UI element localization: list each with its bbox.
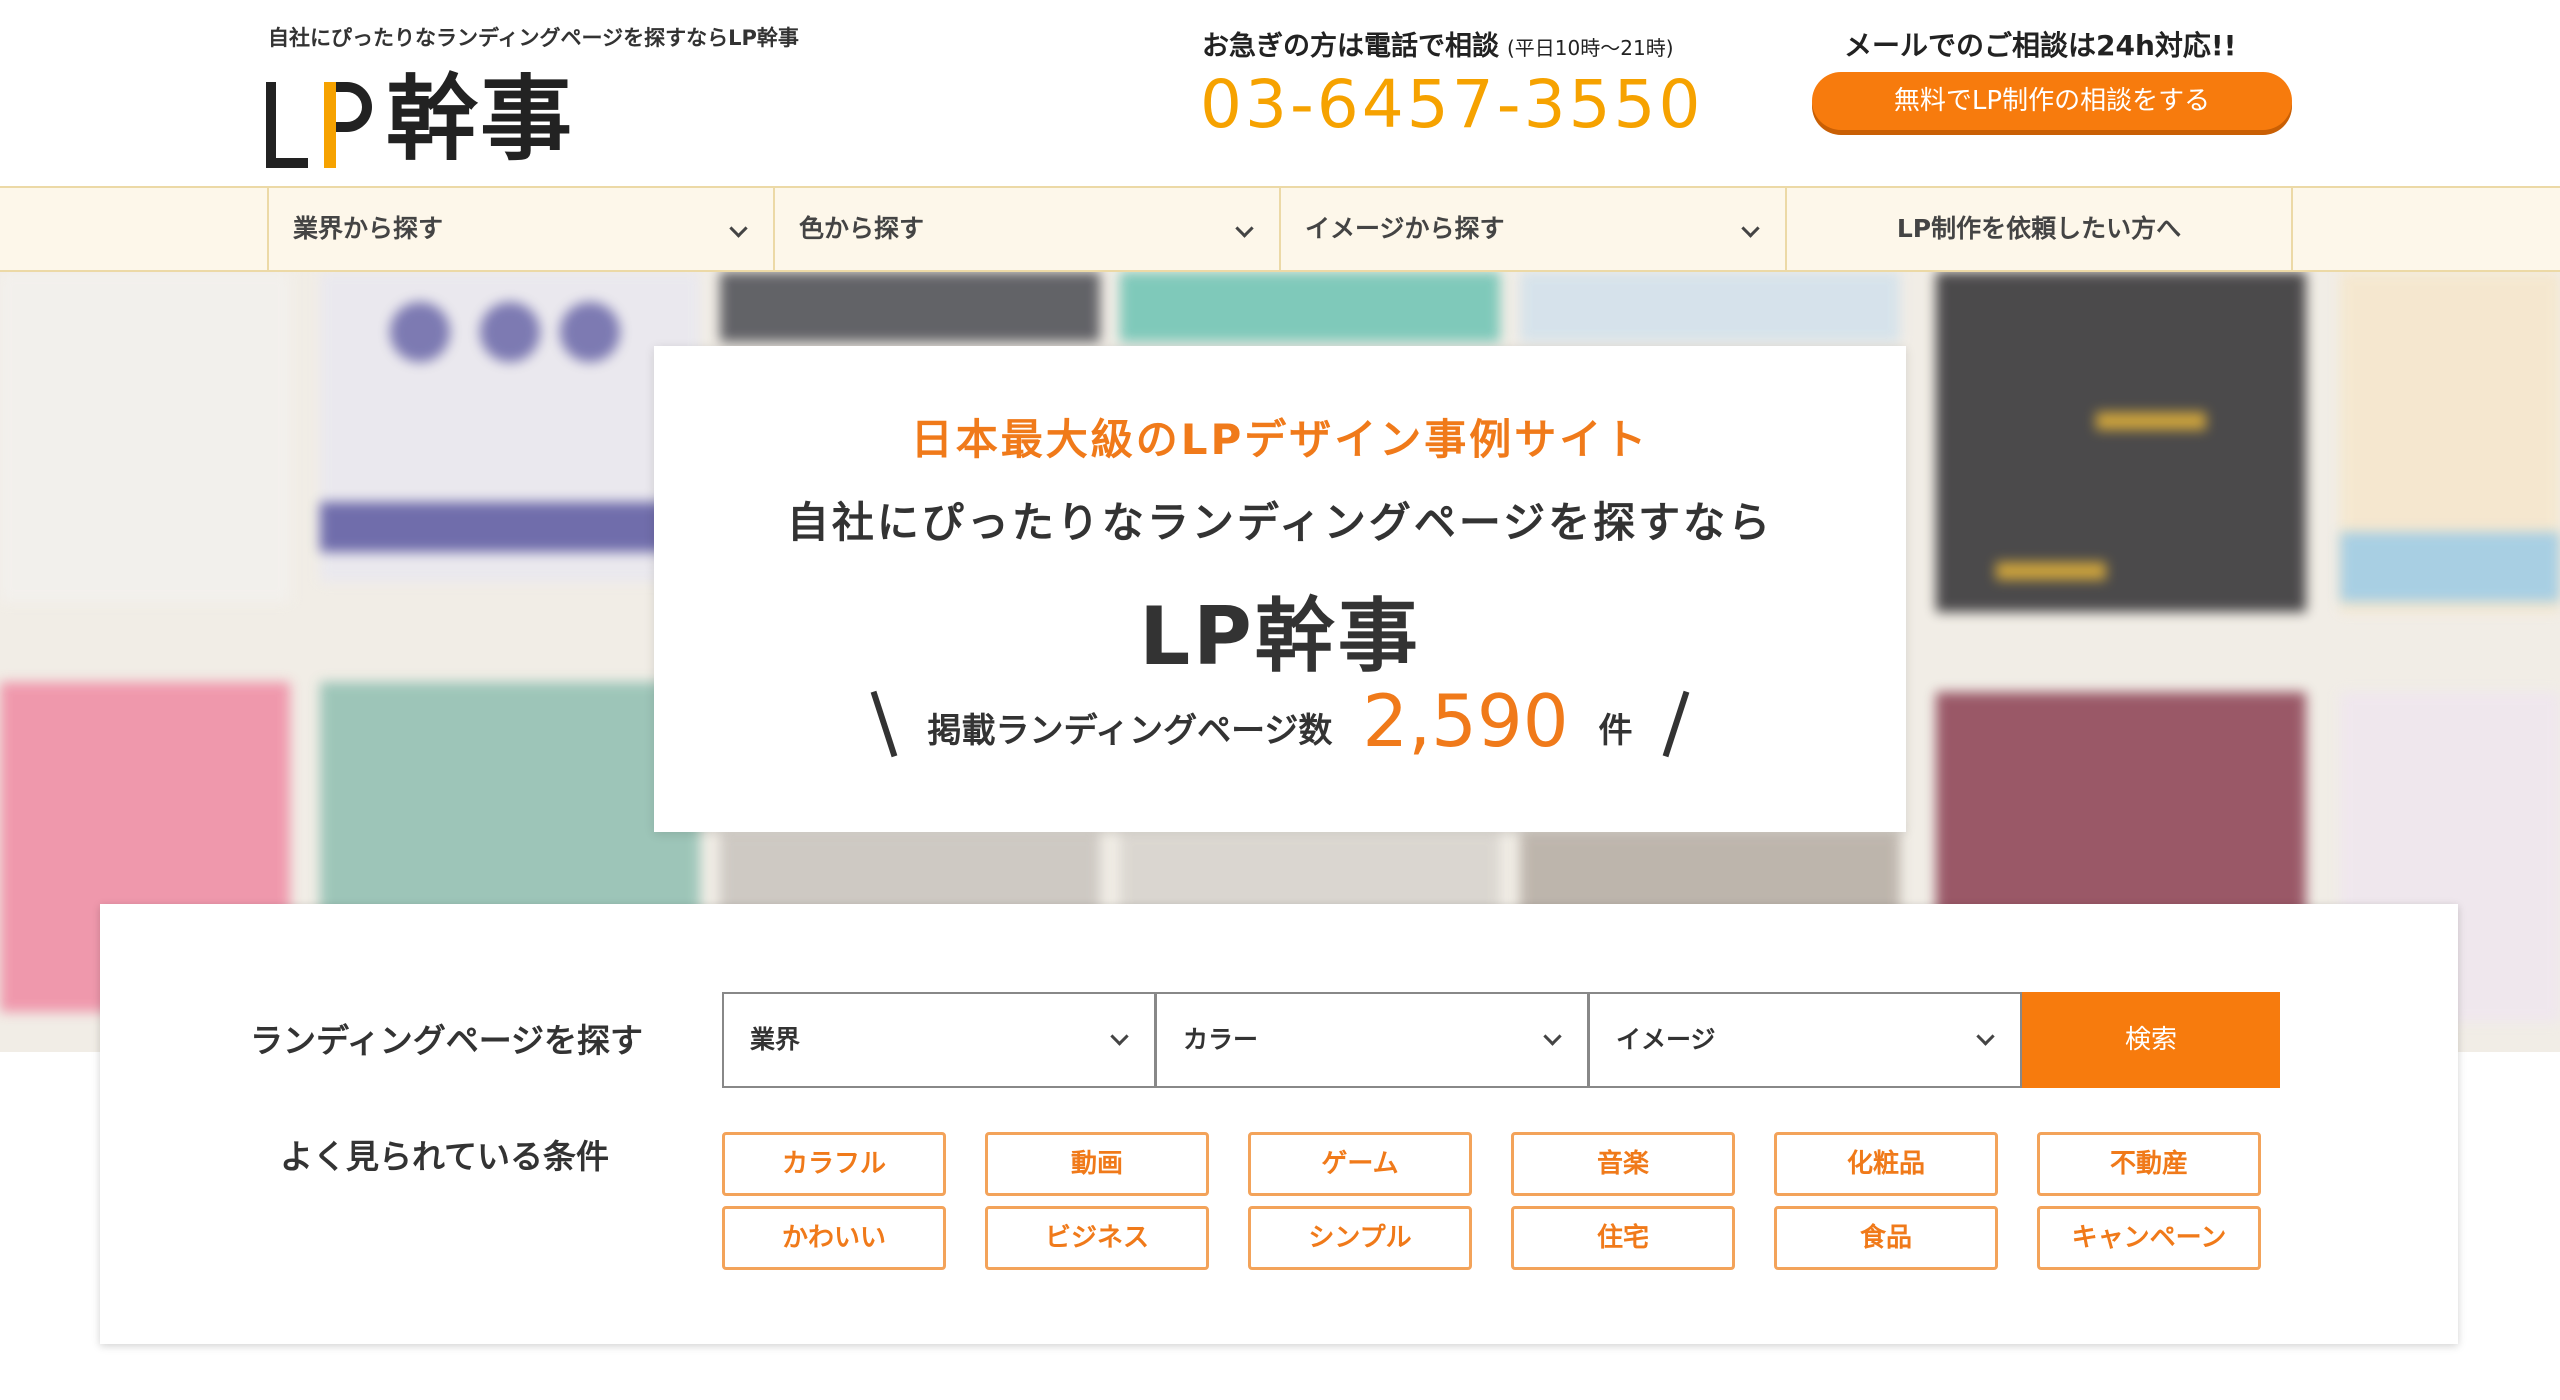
image-select[interactable]: イメージ xyxy=(1588,992,2022,1088)
nav-item-label: LP制作を依頼したい方へ xyxy=(1896,214,2182,243)
tag-button[interactable]: キャンペーン xyxy=(2037,1206,2261,1270)
tag-button[interactable]: 住宅 xyxy=(1511,1206,1735,1270)
slash-decoration xyxy=(871,690,898,758)
site-tagline: 自社にぴったりなランディングページを探すならLP幹事 xyxy=(268,26,799,50)
bg-thumbnail xyxy=(560,302,620,362)
bg-thumbnail xyxy=(320,502,700,552)
bg-thumbnail xyxy=(2340,532,2560,602)
select-value: 業界 xyxy=(750,1025,801,1054)
nav-item-industry[interactable]: 業界から探す xyxy=(269,188,775,270)
nav-item-label: 色から探す xyxy=(799,214,925,243)
search-label: ランディングページを探す xyxy=(250,1021,644,1060)
search-panel: ランディングページを探す 業界 カラー イメージ 検索 よく見られている条件 カ… xyxy=(100,904,2458,1344)
tel-hours: (平日10時〜21時) xyxy=(1507,36,1674,60)
industry-select[interactable]: 業界 xyxy=(722,992,1156,1088)
hero-lead: 日本最大級のLPデザイン事例サイト xyxy=(910,415,1650,464)
hero-brand: LP幹事 xyxy=(1139,590,1421,683)
chevron-down-icon xyxy=(1976,1027,1995,1046)
chevron-down-icon xyxy=(729,219,748,238)
tag-button[interactable]: 音楽 xyxy=(1511,1132,1735,1196)
popular-tags: カラフル 動画 ゲーム 音楽 化粧品 不動産 かわいい ビジネス シンプル 住宅… xyxy=(722,1132,2282,1270)
bg-thumbnail xyxy=(1936,272,2306,612)
tel-title: お急ぎの方は電話で相談 (平日10時〜21時) xyxy=(1202,24,1674,63)
nav-item-request[interactable]: LP制作を依頼したい方へ xyxy=(1787,188,2293,270)
logo-mark xyxy=(266,72,372,168)
site-logo[interactable]: 幹事 xyxy=(266,64,574,168)
tag-button[interactable]: 食品 xyxy=(1774,1206,1998,1270)
hero-card: 日本最大級のLPデザイン事例サイト 自社にぴったりなランディングページを探すなら… xyxy=(654,346,1906,832)
bg-thumbnail xyxy=(1120,272,1500,342)
chevron-down-icon xyxy=(1235,219,1254,238)
tag-button[interactable]: カラフル xyxy=(722,1132,946,1196)
tag-button[interactable]: ゲーム xyxy=(1248,1132,1472,1196)
nav-item-label: 業界から探す xyxy=(293,214,444,243)
nav-item-image[interactable]: イメージから探す xyxy=(1281,188,1787,270)
chevron-down-icon xyxy=(1741,219,1760,238)
tag-button[interactable]: 化粧品 xyxy=(1774,1132,1998,1196)
tel-number[interactable]: 03-6457-3550 xyxy=(1200,66,1704,143)
bg-thumbnail xyxy=(720,272,1100,342)
count-number: 2,590 xyxy=(1362,679,1569,763)
tag-button[interactable]: シンプル xyxy=(1248,1206,1472,1270)
tel-title-text: お急ぎの方は電話で相談 xyxy=(1202,31,1499,62)
chevron-down-icon xyxy=(1110,1027,1129,1046)
site-header: 自社にぴったりなランディングページを探すならLP幹事 幹事 お急ぎの方は電話で相… xyxy=(0,0,2560,186)
select-value: イメージ xyxy=(1616,1025,1716,1054)
tag-button[interactable]: 不動産 xyxy=(2037,1132,2261,1196)
search-button[interactable]: 検索 xyxy=(2022,992,2280,1088)
bg-thumbnail xyxy=(2096,412,2206,430)
global-nav: 業界から探す 色から探す イメージから探す LP制作を依頼したい方へ xyxy=(0,186,2560,272)
mail-title: メールでのご相談は24h対応!! xyxy=(1844,29,2237,62)
bg-thumbnail xyxy=(1520,272,1900,342)
nav-item-label: イメージから探す xyxy=(1305,214,1505,243)
bg-thumbnail xyxy=(390,302,450,362)
bg-thumbnail xyxy=(1996,562,2106,580)
tag-button[interactable]: 動画 xyxy=(985,1132,1209,1196)
consult-button[interactable]: 無料でLP制作の相談をする xyxy=(1812,72,2292,130)
tag-button[interactable]: かわいい xyxy=(722,1206,946,1270)
nav-item-color[interactable]: 色から探す xyxy=(775,188,1281,270)
bg-thumbnail xyxy=(0,272,290,602)
logo-text: 幹事 xyxy=(386,66,575,173)
chevron-down-icon xyxy=(1543,1027,1562,1046)
popular-conditions-label: よく見られている条件 xyxy=(280,1137,610,1176)
hero-subtitle: 自社にぴったりなランディングページを探すなら xyxy=(786,498,1774,547)
listing-count: 掲載ランディングページ数 2,590 件 xyxy=(654,684,1906,758)
tag-button[interactable]: ビジネス xyxy=(985,1206,1209,1270)
color-select[interactable]: カラー xyxy=(1155,992,1589,1088)
select-value: カラー xyxy=(1183,1025,1259,1054)
count-label: 掲載ランディングページ数 xyxy=(927,711,1333,751)
count-unit: 件 xyxy=(1598,711,1633,751)
slash-decoration xyxy=(1662,690,1689,758)
bg-thumbnail xyxy=(480,302,540,362)
